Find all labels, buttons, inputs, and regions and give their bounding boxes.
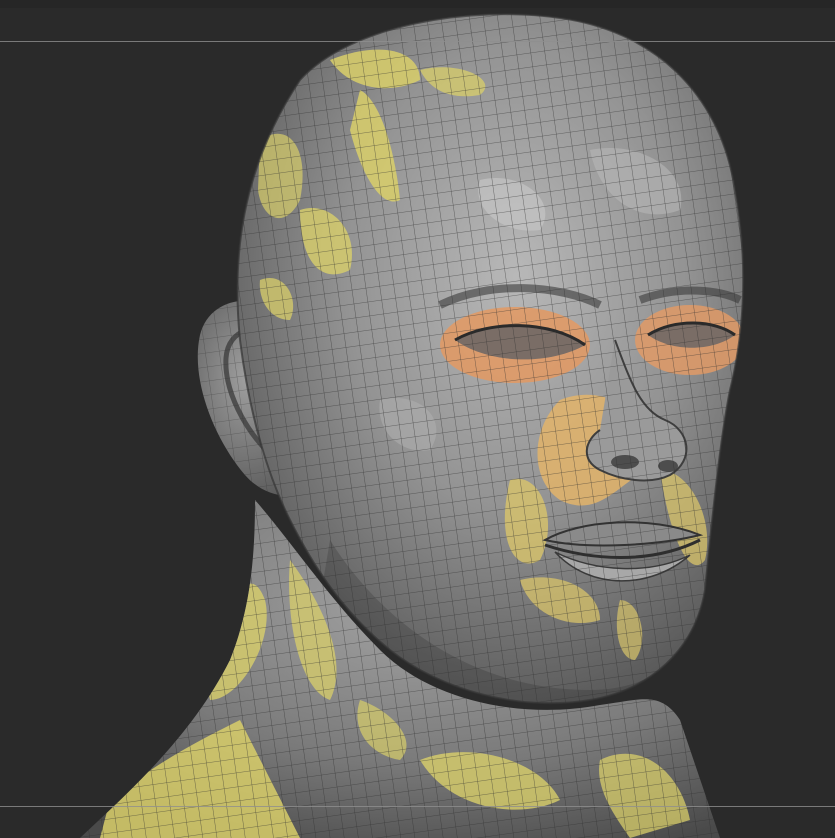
zbrush-viewport[interactable] <box>0 0 835 838</box>
viewport-guide-bottom <box>0 806 835 807</box>
viewport-guide-top <box>0 41 835 42</box>
sculpt-model[interactable] <box>0 0 835 838</box>
